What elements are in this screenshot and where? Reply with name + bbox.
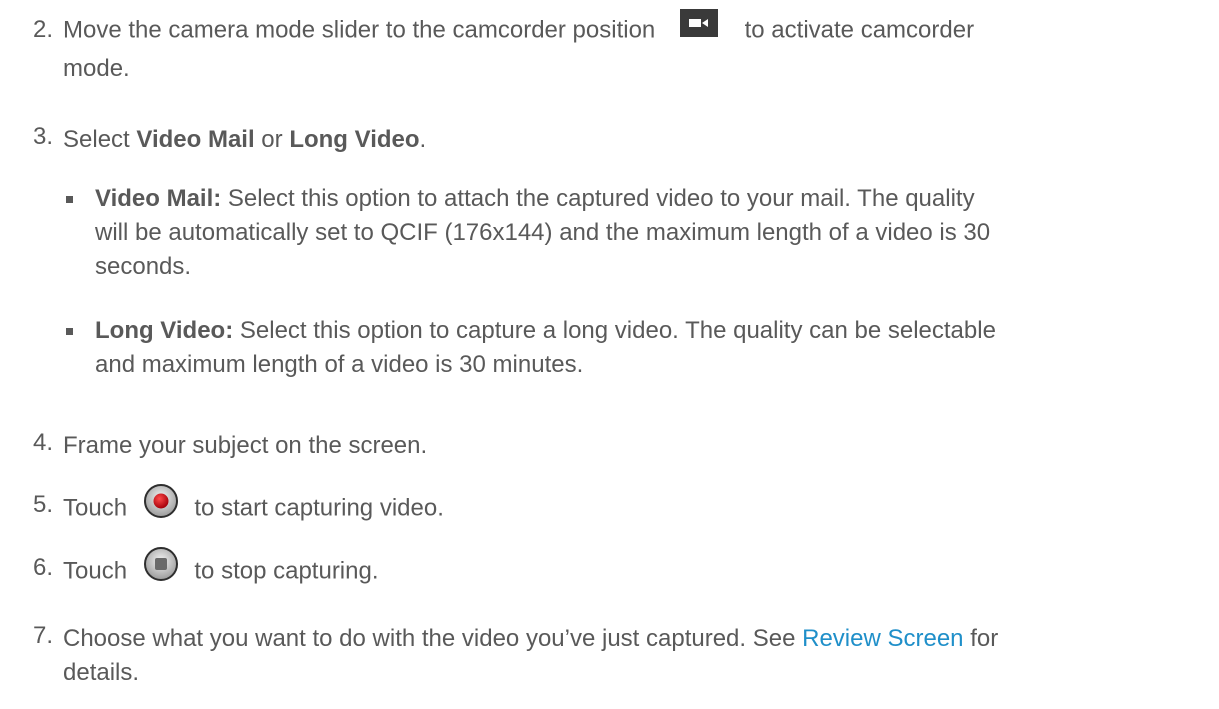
bullet-text-line2: will be automatically set to QCIF (176x1… xyxy=(95,219,991,246)
bullet-icon xyxy=(66,196,73,203)
step-number: 7. xyxy=(33,622,54,649)
step-text: Move the camera mode slider to the camco… xyxy=(63,16,656,44)
bullet-label: Video Mail: xyxy=(95,185,222,212)
stop-button-icon xyxy=(143,547,178,591)
option-long-video: Long Video xyxy=(289,126,420,153)
step-number: 3. xyxy=(33,123,54,150)
step-text-period: . xyxy=(419,126,427,153)
step-text: Touch xyxy=(63,557,128,585)
bullet-label: Long Video: xyxy=(95,317,234,344)
bullet-text-line2: and maximum length of a video is 30 minu… xyxy=(95,351,584,378)
bullet-text: Select this option to capture a long vid… xyxy=(233,317,996,344)
bullet-text-line3: seconds. xyxy=(95,253,192,280)
step-text-continued: for xyxy=(963,625,999,652)
step-text-continued: to start capturing video. xyxy=(194,494,444,522)
step-number: 2. xyxy=(33,16,54,43)
step-text-line2: details. xyxy=(63,659,140,686)
camcorder-icon xyxy=(679,9,718,47)
bullet-text: Select this option to attach the capture… xyxy=(221,185,975,212)
option-video-mail: Video Mail xyxy=(136,126,255,153)
step-text: Frame your subject on the screen. xyxy=(63,432,428,459)
step-text-line2: mode. xyxy=(63,55,130,82)
step-number: 6. xyxy=(33,554,54,581)
step-text: Touch xyxy=(63,494,128,522)
step-text-continued: to stop capturing. xyxy=(194,557,379,585)
step-text-continued: to activate camcorder xyxy=(744,16,975,44)
step-number: 5. xyxy=(33,491,54,518)
record-button-icon xyxy=(143,484,178,528)
review-screen-link[interactable]: Review Screen xyxy=(802,625,963,652)
step-text: Select xyxy=(63,126,137,153)
bullet-icon xyxy=(66,328,73,335)
step-text-or: or xyxy=(254,126,290,153)
step-text: Choose what you want to do with the vide… xyxy=(63,625,803,652)
step-number: 4. xyxy=(33,429,54,456)
